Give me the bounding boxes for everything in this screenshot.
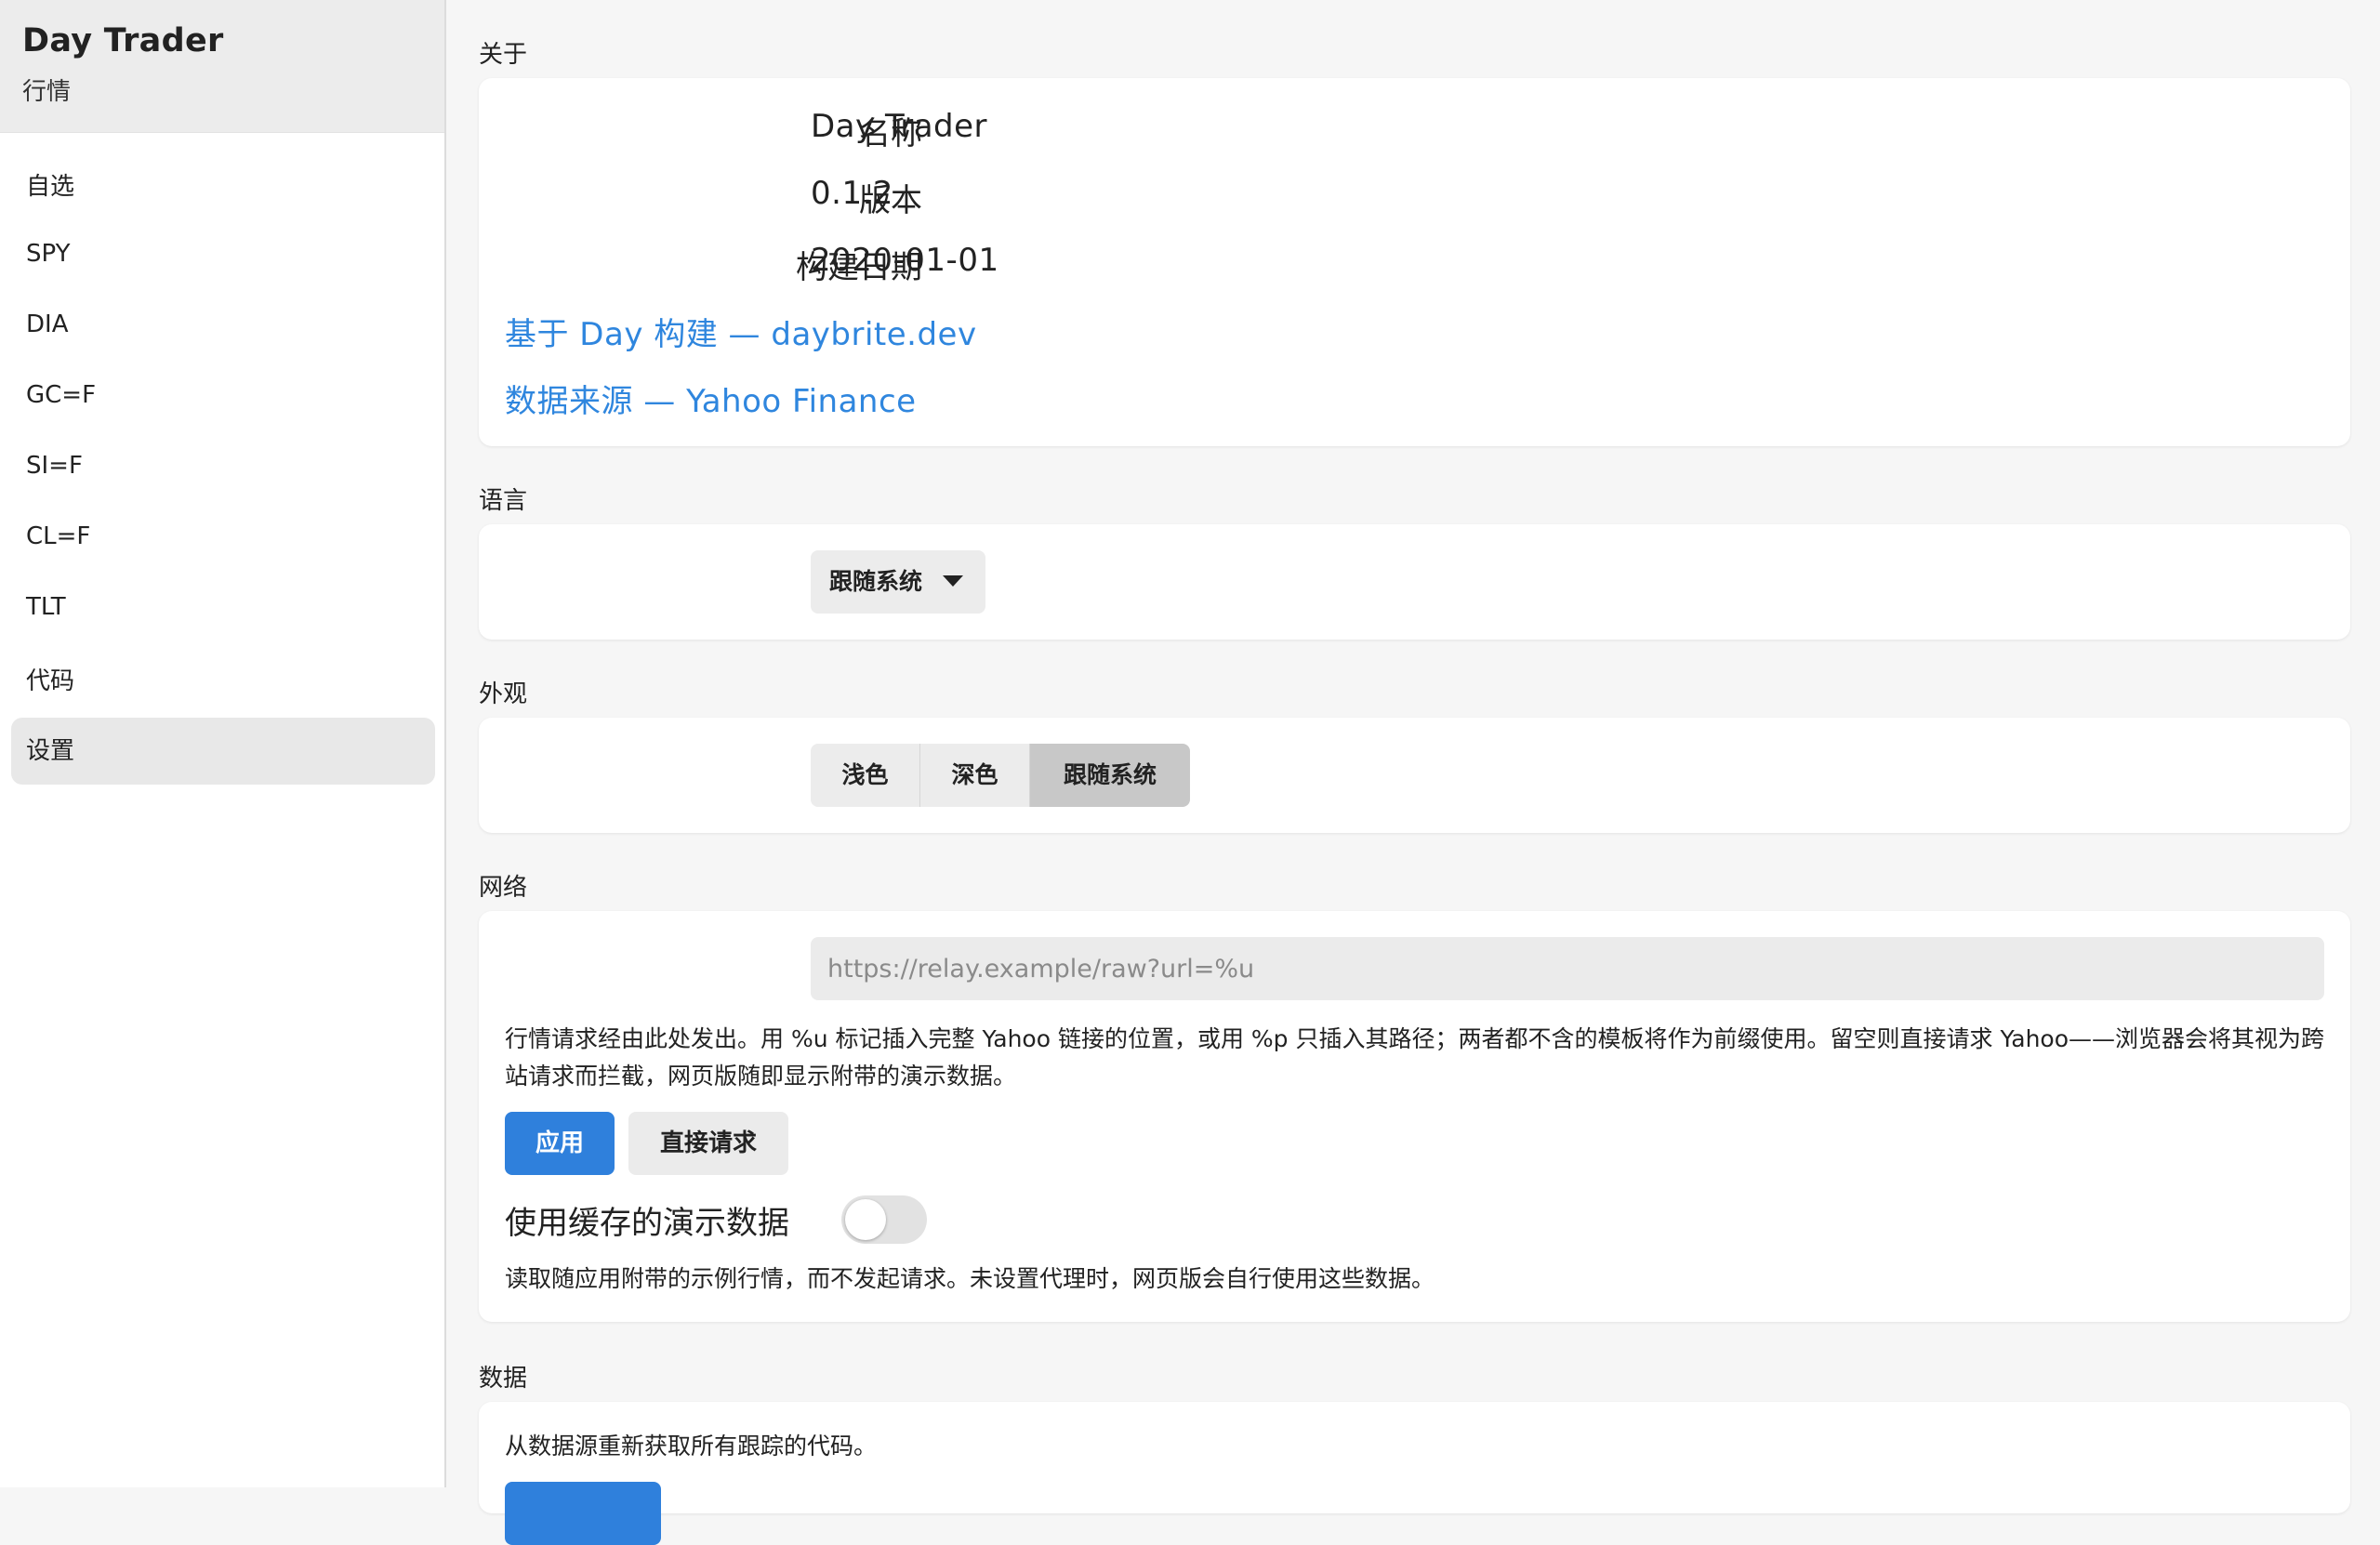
direct-request-button[interactable]: 直接请求 (628, 1112, 788, 1175)
version-value: 0.1.2 (811, 175, 894, 212)
sidebar-item-symbols[interactable]: 代码 (11, 648, 435, 715)
sidebar-item-spy[interactable]: SPY (11, 220, 435, 287)
apply-button[interactable]: 应用 (505, 1112, 615, 1175)
name-value: Day Trader (811, 108, 988, 145)
section-label-data: 数据 (479, 1365, 528, 1393)
data-help-text: 从数据源重新获取所有跟踪的代码。 (505, 1433, 878, 1459)
appearance-system-button[interactable]: 跟随系统 (1030, 744, 1190, 807)
appearance-card: 外观 浅色 深色 跟随系统 (479, 718, 2350, 833)
section-label-language: 语言 (479, 487, 528, 515)
sidebar-item-dia[interactable]: DIA (11, 291, 435, 358)
cached-demo-data-toggle[interactable] (841, 1195, 927, 1244)
language-card: 语言 跟随系统 (479, 524, 2350, 640)
sidebar-header: Day Trader 行情 (0, 0, 444, 133)
toggle-knob (845, 1199, 886, 1240)
chevron-down-icon (943, 575, 963, 587)
proxy-help-text: 行情请求经由此处发出。用 %u 标记插入完整 Yahoo 链接的位置，或用 %p… (505, 1025, 2325, 1089)
appearance-dark-button[interactable]: 深色 (920, 744, 1030, 807)
sidebar-item-tlt[interactable]: TLT (11, 574, 435, 640)
language-dropdown[interactable]: 跟随系统 (811, 550, 985, 614)
section-label-network: 网络 (479, 874, 528, 902)
appearance-segmented-control: 浅色 深色 跟随系统 (811, 744, 1190, 807)
appearance-light-button[interactable]: 浅色 (811, 744, 920, 807)
settings-main: 关于 名称 Day Trader 版本 0.1.2 构建日期 2020-01-0… (448, 0, 2380, 1545)
day-framework-link[interactable]: 基于 Day 构建 — daybrite.dev (505, 309, 977, 354)
data-source-link[interactable]: 数据来源 — Yahoo Finance (505, 376, 917, 421)
language-dropdown-value: 跟随系统 (829, 568, 923, 595)
about-card: 名称 Day Trader 版本 0.1.2 构建日期 2020-01-01 基… (479, 78, 2350, 446)
sidebar: Day Trader 行情 自选 SPY DIA GC=F SI=F CL=F … (0, 0, 446, 1487)
app-subtitle: 行情 (22, 78, 72, 106)
sidebar-item-sif[interactable]: SI=F (11, 432, 435, 499)
refetch-button[interactable] (505, 1482, 661, 1545)
data-card: 从数据源重新获取所有跟踪的代码。 (479, 1402, 2350, 1545)
app-title: Day Trader (22, 22, 224, 59)
cached-demo-help-text: 读取随应用附带的示例行情，而不发起请求。未设置代理时，网页版会自行使用这些数据。 (505, 1265, 1435, 1292)
sidebar-item-clf[interactable]: CL=F (11, 503, 435, 570)
proxy-input[interactable] (811, 937, 2324, 1000)
section-label-appearance: 外观 (479, 680, 528, 708)
sidebar-item-watchlist[interactable]: 自选 (11, 153, 435, 220)
sidebar-item-settings[interactable]: 设置 (11, 718, 435, 785)
section-label-about: 关于 (479, 41, 528, 69)
sidebar-item-gcf[interactable]: GC=F (11, 362, 435, 429)
build-date-value: 2020-01-01 (811, 242, 999, 279)
network-card: 代理 行情请求经由此处发出。用 %u 标记插入完整 Yahoo 链接的位置，或用… (479, 911, 2350, 1322)
cached-demo-data-label: 使用缓存的演示数据 (505, 1205, 789, 1242)
